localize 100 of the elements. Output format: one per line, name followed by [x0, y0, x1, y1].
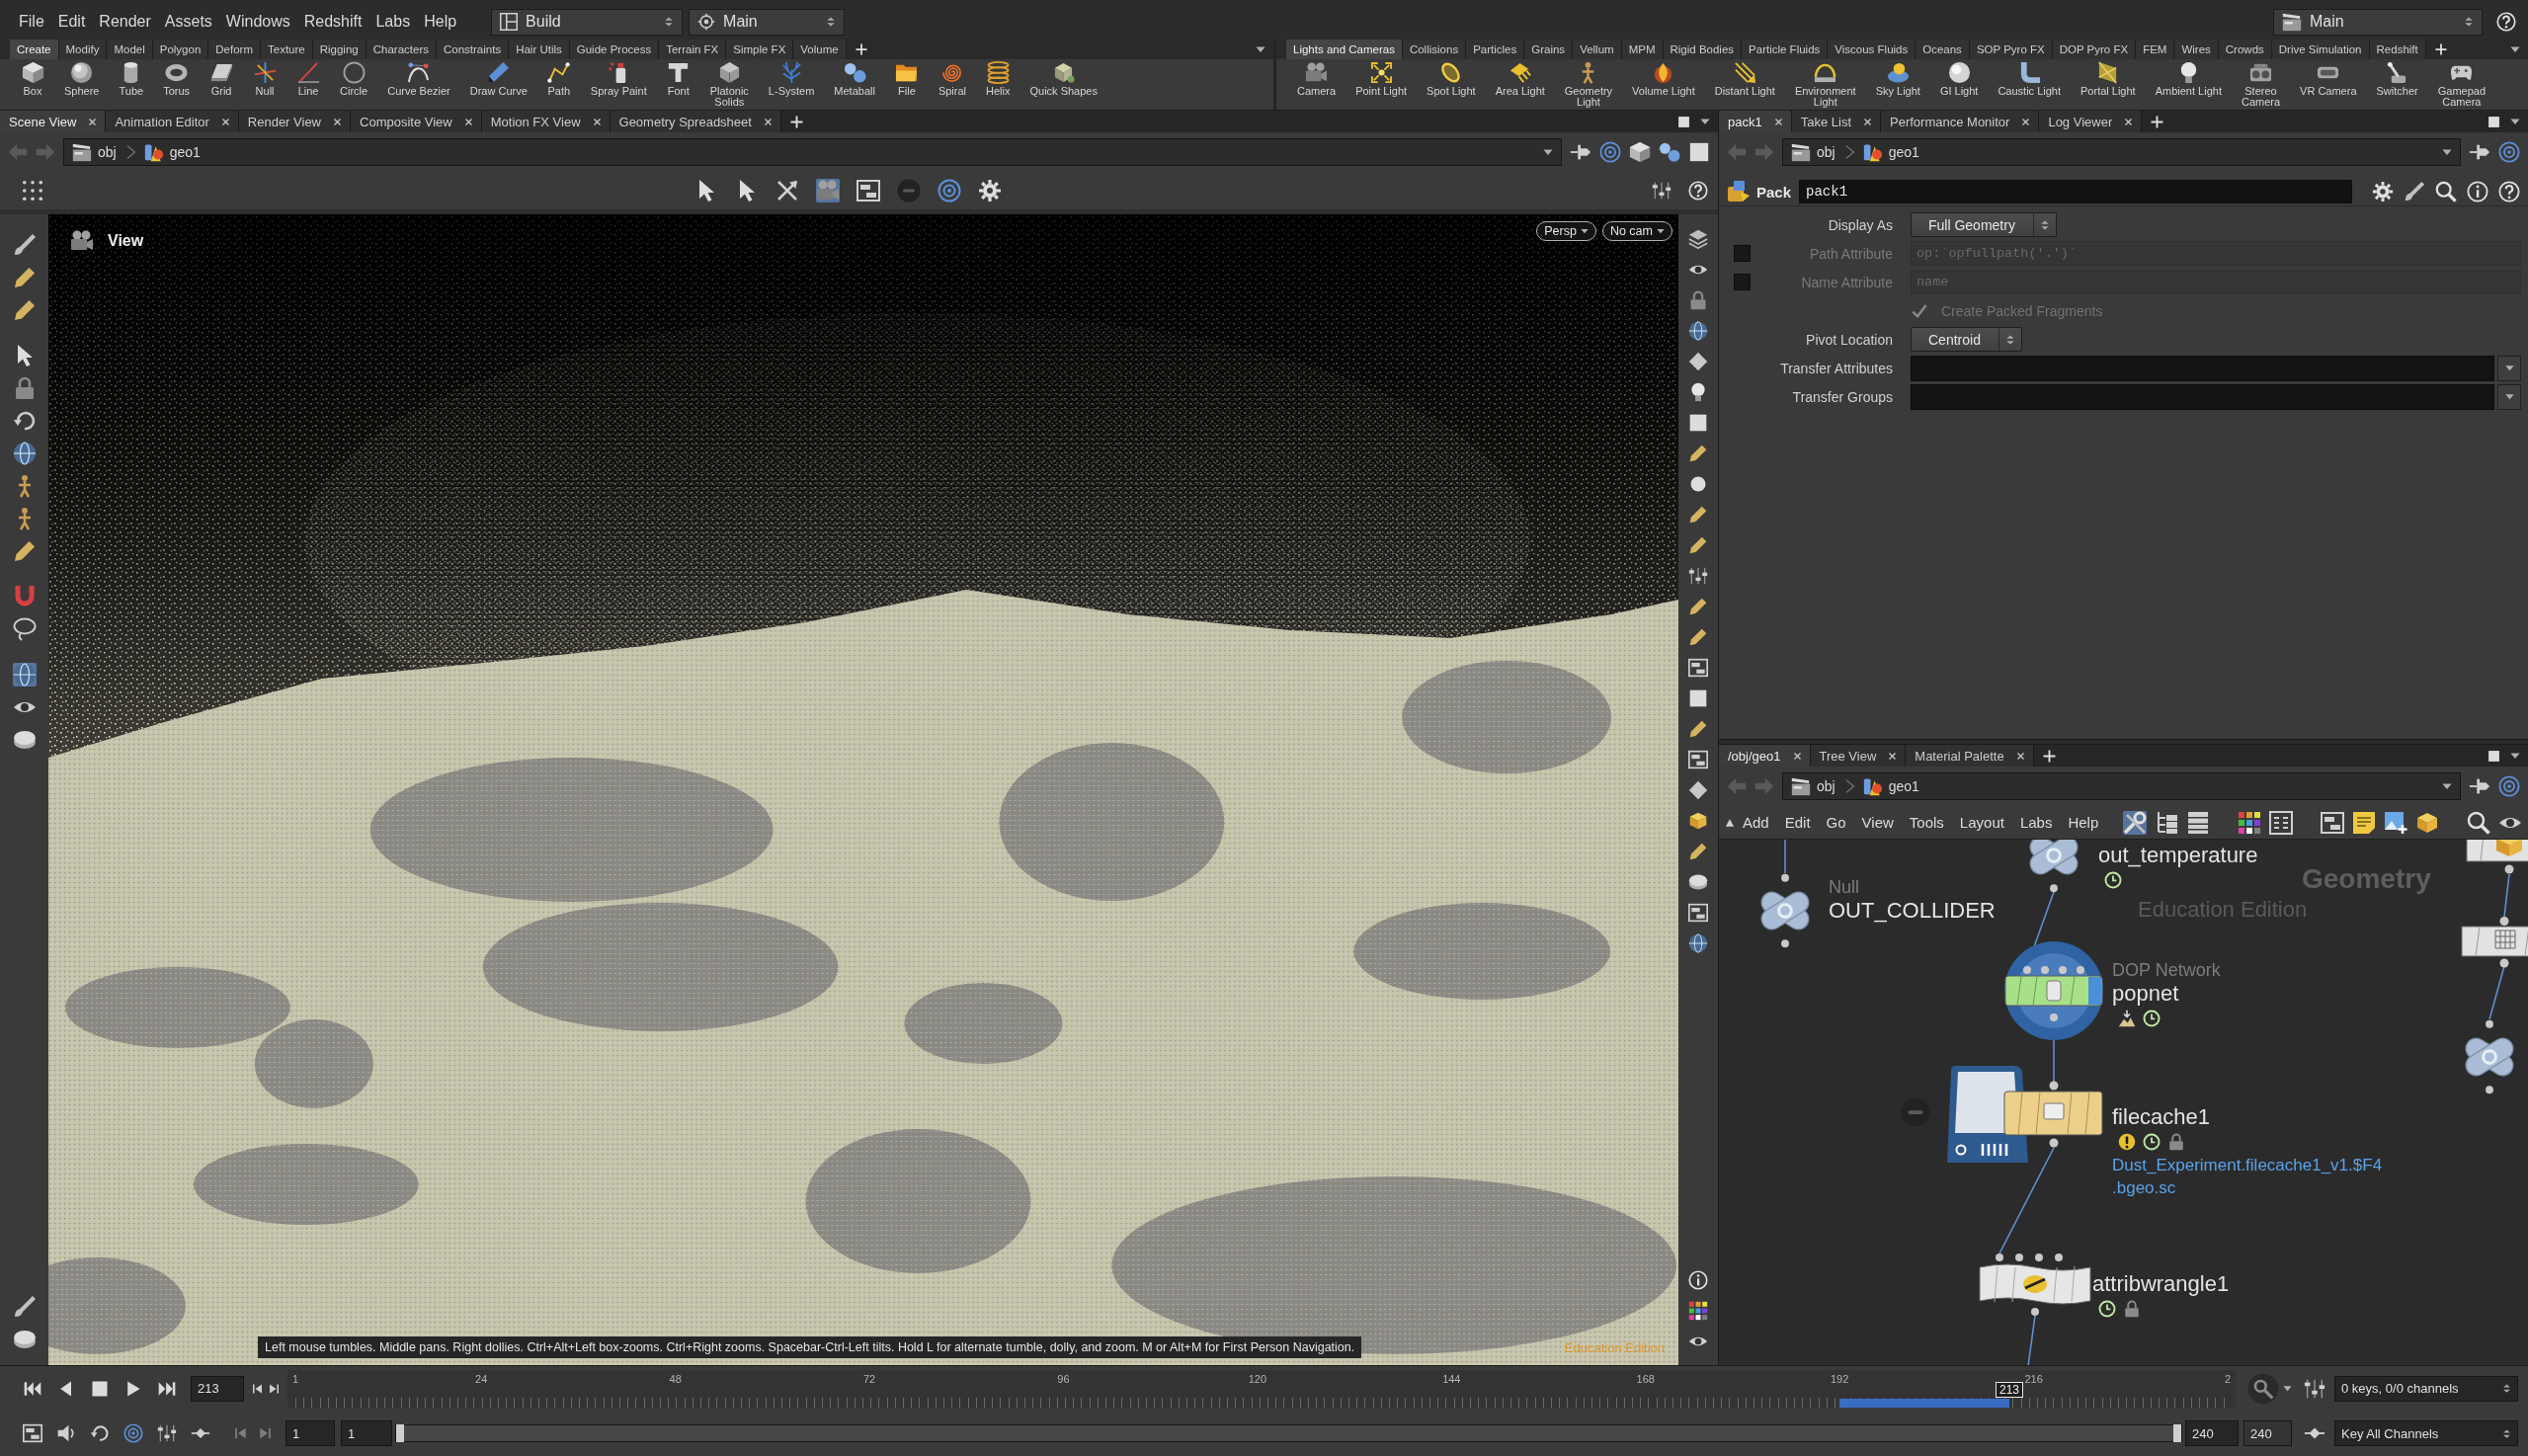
path-bar[interactable]: obj geo1 — [63, 138, 1562, 166]
caret-icon[interactable] — [1700, 117, 1710, 126]
shelf-tool[interactable]: Circle — [331, 61, 377, 97]
caret-icon[interactable] — [2442, 781, 2452, 791]
pencil-icon[interactable] — [1688, 505, 1708, 525]
panel-icon[interactable] — [1688, 750, 1708, 769]
menu-item[interactable]: Tools — [1901, 814, 1952, 831]
square-icon[interactable] — [1688, 413, 1708, 433]
shelf-tab[interactable]: Hair Utils — [509, 40, 570, 59]
square-icon[interactable] — [1688, 688, 1708, 708]
close-icon[interactable] — [333, 117, 342, 126]
path-bar[interactable]: obj geo1 — [1782, 138, 2461, 166]
grid-list-icon[interactable] — [2269, 810, 2293, 835]
dropdown[interactable]: Full Geometry — [1911, 212, 2057, 237]
playback-end-field[interactable]: 240 — [2185, 1420, 2239, 1447]
shelf-tab[interactable]: Particle Fluids — [1742, 40, 1829, 59]
playback-start-field[interactable]: 1 — [341, 1420, 392, 1447]
search-icon[interactable] — [2247, 1372, 2279, 1405]
shelf-tool[interactable]: Environment Light — [1785, 61, 1865, 108]
shelf-tool[interactable]: Spray Paint — [581, 61, 656, 97]
globe-icon[interactable] — [1688, 933, 1708, 953]
shelf-tool[interactable]: Curve Bezier — [378, 61, 459, 97]
path-bar[interactable]: obj geo1 — [1782, 772, 2461, 800]
shelf-tab[interactable]: Viscous Fluids — [1828, 40, 1916, 59]
help-icon[interactable] — [2496, 12, 2516, 32]
dot-icon[interactable] — [1688, 474, 1708, 494]
brush-icon[interactable] — [2404, 181, 2425, 202]
shelf-tab[interactable]: Rigging — [312, 40, 367, 59]
close-icon[interactable] — [1863, 117, 1872, 126]
maximize-icon[interactable] — [2487, 115, 2500, 128]
menu-item[interactable]: Help — [2060, 814, 2107, 831]
plus-icon[interactable] — [789, 115, 803, 128]
dropdown[interactable]: Build — [491, 8, 684, 36]
shelf-tool[interactable]: Draw Curve — [460, 61, 536, 97]
shelf-tool[interactable]: Font — [657, 61, 699, 97]
node-name-field[interactable]: pack1 — [1799, 180, 2352, 203]
shelf-tool[interactable]: Switcher — [2367, 61, 2427, 97]
globe-icon[interactable] — [12, 663, 37, 687]
disc-icon[interactable] — [12, 1328, 37, 1351]
target-icon[interactable] — [2498, 775, 2520, 797]
shelf-tool[interactable]: Spiral — [929, 61, 976, 97]
path-segment[interactable]: obj — [72, 142, 119, 162]
spheres-icon[interactable] — [1659, 141, 1680, 163]
sliders-icon[interactable] — [157, 1423, 177, 1444]
plus-icon[interactable] — [2151, 115, 2164, 128]
timeline-ruler[interactable]: 1 24 48 72 96 120 144 168 192 216 2 213 — [287, 1369, 2236, 1408]
close-icon[interactable] — [1792, 751, 1802, 761]
crossed-arrows-icon[interactable] — [775, 179, 799, 202]
brush-icon[interactable] — [12, 233, 37, 257]
camera-menu[interactable]: Persp — [1536, 221, 1596, 241]
key-channels-button[interactable]: Key All Channels — [2334, 1420, 2518, 1447]
shelf-tab[interactable]: Characters — [366, 40, 437, 59]
path-segment[interactable]: geo1 — [143, 142, 203, 162]
shelf-tab[interactable]: Crowds — [2218, 40, 2272, 59]
shelf-tab[interactable]: Lights and Cameras — [1286, 40, 1403, 59]
diamond-icon[interactable] — [1688, 352, 1708, 371]
shelf-tool[interactable]: Gamepad Camera — [2428, 61, 2495, 108]
plus-icon[interactable] — [855, 43, 867, 55]
pane-tab[interactable]: Material Palette — [1906, 745, 2034, 767]
sliders-icon[interactable] — [1652, 181, 1672, 201]
shelf-tool[interactable]: Caustic Light — [1989, 61, 2070, 97]
step-forward-icon[interactable] — [268, 1382, 280, 1395]
end-frame-field[interactable]: 240 — [2243, 1420, 2292, 1447]
menu-item[interactable]: Windows — [218, 11, 297, 33]
caret-icon[interactable] — [2283, 1384, 2292, 1394]
plus-icon[interactable] — [2434, 43, 2447, 55]
search-icon[interactable] — [2435, 181, 2457, 202]
shelf-tab[interactable]: Simple FX — [726, 40, 794, 59]
color-grid-icon[interactable] — [1688, 1301, 1708, 1321]
shelf-tab[interactable]: Polygon — [152, 40, 209, 59]
help-icon[interactable] — [2498, 181, 2520, 202]
dropdown[interactable]: Main — [2273, 8, 2483, 36]
pencil-icon[interactable] — [1688, 597, 1708, 616]
loop-arrow-icon[interactable] — [90, 1423, 110, 1444]
path-segment[interactable]: obj — [1791, 776, 1837, 796]
shelf-tool[interactable]: Grid — [201, 61, 243, 97]
close-icon[interactable] — [88, 117, 98, 126]
shelf-tab[interactable]: Rigid Bodies — [1663, 40, 1743, 59]
panel-icon[interactable] — [2321, 810, 2344, 835]
menu-item[interactable]: Labs — [368, 11, 418, 33]
caret-icon[interactable] — [2510, 117, 2520, 126]
path-segment[interactable]: geo1 — [1862, 776, 1921, 796]
pane-tab[interactable]: Animation Editor — [106, 111, 239, 132]
range-slider[interactable] — [395, 1424, 2182, 1443]
shelf-tab[interactable]: Particles — [1466, 40, 1525, 59]
bulb-icon[interactable] — [1688, 382, 1708, 402]
maximize-icon[interactable] — [1677, 115, 1690, 128]
playhead[interactable]: 213 — [1995, 1381, 2023, 1398]
brush-icon[interactable] — [12, 1295, 37, 1319]
panel-icon[interactable] — [856, 179, 880, 202]
dropdown-button[interactable] — [2497, 355, 2521, 381]
shelf-tab[interactable]: Modify — [58, 40, 108, 59]
panel-icon[interactable] — [1688, 658, 1708, 678]
caret-icon[interactable] — [2442, 147, 2452, 157]
close-icon[interactable] — [1773, 117, 1783, 126]
caret-icon[interactable] — [1543, 147, 1553, 157]
menu-item[interactable]: Layout — [1951, 814, 2012, 831]
dropdown[interactable]: Centroid — [1911, 327, 2022, 352]
shelf-tool[interactable]: Spot Light — [1418, 61, 1485, 97]
disc-icon[interactable] — [12, 728, 37, 752]
